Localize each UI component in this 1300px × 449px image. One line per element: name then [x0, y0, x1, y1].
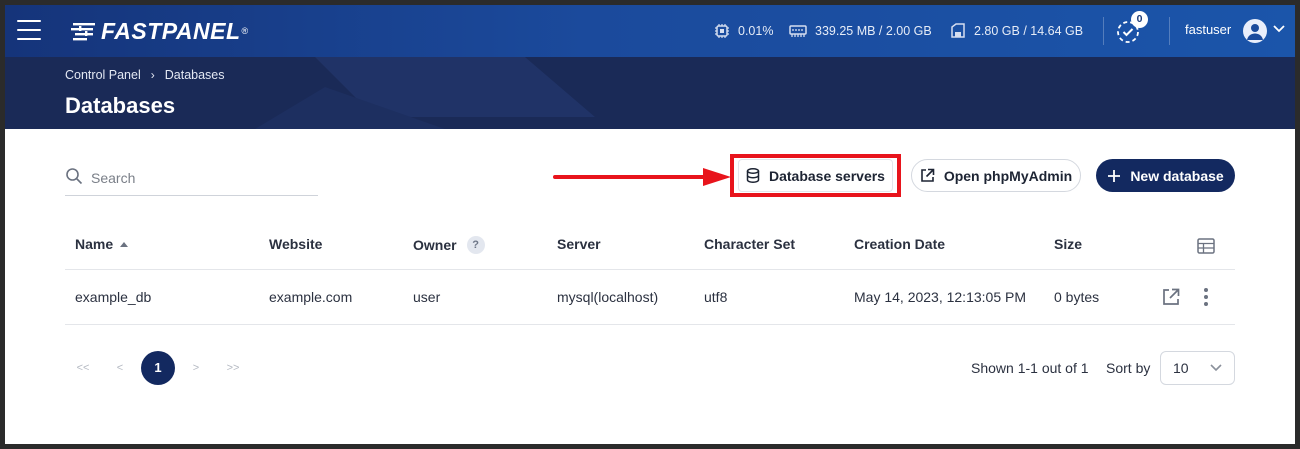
notification-badge: 0	[1131, 11, 1148, 28]
logo-mark-icon	[71, 23, 95, 41]
table-header: Name Website Owner ? Server Character Se…	[65, 220, 1235, 270]
first-page-button[interactable]: <<	[73, 351, 93, 385]
divider	[1169, 17, 1170, 45]
breadcrumb-databases: Databases	[164, 68, 225, 82]
chevron-down-icon	[1210, 364, 1222, 372]
new-database-button[interactable]: New database	[1096, 159, 1235, 192]
databases-table: Name Website Owner ? Server Character Se…	[65, 220, 1235, 325]
breadcrumb: Control Panel › Databases	[65, 68, 225, 82]
column-settings-icon[interactable]	[1197, 238, 1215, 254]
logo-text: FASTPANEL	[101, 17, 241, 44]
column-header-size[interactable]: Size	[1054, 236, 1082, 252]
avatar[interactable]	[1243, 19, 1267, 43]
database-servers-button[interactable]: Database servers	[738, 159, 893, 192]
cpu-icon	[715, 24, 729, 38]
user-icon	[1247, 24, 1263, 40]
search-input[interactable]	[91, 167, 311, 189]
external-link-icon	[921, 168, 935, 182]
chevron-down-icon[interactable]	[1273, 25, 1285, 33]
page-header: Control Panel › Databases Databases	[5, 57, 1295, 129]
prev-page-button[interactable]: <	[115, 351, 125, 385]
top-bar: FASTPANEL ® 0.01% 339.25 MB / 2.00 GB 2.	[5, 5, 1295, 57]
search-icon	[66, 168, 83, 185]
sort-by-label: Sort by	[1106, 360, 1151, 376]
cell-website: example.com	[269, 289, 353, 305]
disk-stat: 2.80 GB / 14.64 GB	[950, 22, 1083, 40]
username[interactable]: fastuser	[1185, 22, 1231, 37]
page-size-select[interactable]: 10	[1160, 351, 1235, 385]
breadcrumb-separator: ›	[150, 68, 155, 82]
column-header-owner[interactable]: Owner ?	[413, 236, 485, 254]
new-database-label: New database	[1130, 167, 1224, 184]
cell-character-set: utf8	[704, 289, 728, 305]
table-row[interactable]: example_db example.com user mysql(localh…	[65, 270, 1235, 325]
logo-registered-mark: ®	[241, 26, 249, 36]
ram-stat: 339.25 MB / 2.00 GB	[789, 22, 932, 40]
ram-icon	[789, 25, 807, 37]
page-1-button[interactable]: 1	[141, 351, 175, 385]
cell-size: 0 bytes	[1054, 289, 1100, 305]
cell-creation-date: May 14, 2023, 12:13:05 PM	[854, 289, 1026, 305]
menu-icon[interactable]	[17, 20, 41, 40]
cpu-value: 0.01%	[738, 24, 774, 38]
cell-server: mysql(localhost)	[557, 289, 659, 305]
column-header-website[interactable]: Website	[269, 236, 322, 252]
open-external-icon[interactable]	[1161, 287, 1181, 307]
app-window: FASTPANEL ® 0.01% 339.25 MB / 2.00 GB 2.	[5, 5, 1295, 444]
database-servers-label: Database servers	[769, 167, 885, 184]
column-header-character-set[interactable]: Character Set	[704, 236, 795, 252]
open-phpmyadmin-button[interactable]: Open phpMyAdmin	[911, 159, 1081, 192]
divider	[1103, 17, 1104, 45]
disk-value: 2.80 GB / 14.64 GB	[974, 24, 1084, 38]
logo[interactable]: FASTPANEL ®	[71, 18, 248, 44]
column-header-creation-date[interactable]: Creation Date	[854, 236, 945, 252]
annotation-arrow	[553, 168, 731, 186]
search-box	[65, 165, 318, 196]
cpu-stat: 0.01%	[714, 22, 773, 40]
sort-ascending-icon	[120, 241, 129, 247]
page-size-value: 10	[1173, 360, 1189, 376]
last-page-button[interactable]: >>	[223, 351, 243, 385]
ram-value: 339.25 MB / 2.00 GB	[815, 24, 932, 38]
database-icon	[746, 168, 760, 183]
plus-icon	[1108, 169, 1121, 182]
disk-icon	[951, 23, 965, 38]
next-page-button[interactable]: >	[191, 351, 201, 385]
column-header-server[interactable]: Server	[557, 236, 601, 252]
help-icon[interactable]: ?	[466, 236, 485, 254]
more-vertical-icon[interactable]	[1202, 287, 1210, 307]
column-header-name[interactable]: Name	[75, 236, 129, 252]
cell-name[interactable]: example_db	[75, 289, 151, 305]
results-count: Shown 1-1 out of 1	[971, 360, 1089, 376]
decorative-shape	[255, 57, 595, 129]
cell-owner: user	[413, 289, 441, 305]
breadcrumb-control-panel[interactable]: Control Panel	[65, 68, 141, 82]
page-title: Databases	[65, 93, 176, 118]
open-phpmyadmin-label: Open phpMyAdmin	[943, 167, 1073, 184]
